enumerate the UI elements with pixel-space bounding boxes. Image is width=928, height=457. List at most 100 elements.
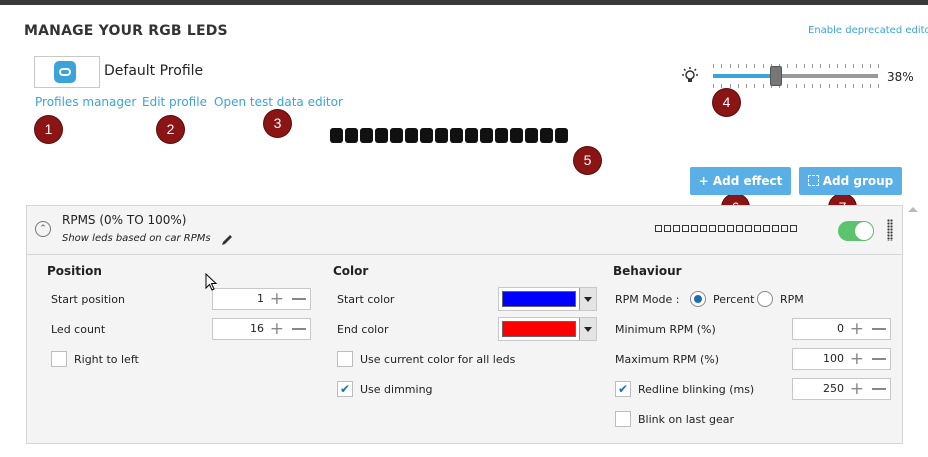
slider-tick [762, 84, 764, 88]
right-to-left-label: Right to left [74, 353, 139, 366]
edit-profile-link[interactable]: Edit profile [142, 95, 207, 109]
led-preview-15 [540, 128, 553, 143]
blink-last-gear-checkbox[interactable] [615, 411, 631, 427]
start-position-stepper[interactable]: 1 + [212, 288, 311, 310]
callout-badge-4: 4 [713, 89, 740, 116]
rpm-mode-label: RPM Mode : [615, 293, 680, 306]
led-preview-10 [465, 128, 478, 143]
slider-tick [713, 64, 714, 68]
slider-tick [762, 64, 764, 68]
led-preview-11 [480, 128, 493, 143]
slider-tick [803, 84, 805, 88]
minus-icon[interactable] [872, 388, 886, 390]
redline-blinking-checkbox[interactable]: ✔ [615, 381, 631, 397]
led-preview-4 [375, 128, 388, 143]
minus-icon[interactable] [292, 328, 306, 330]
rpm-radio[interactable] [757, 291, 773, 307]
use-current-color-checkbox[interactable] [337, 351, 353, 367]
redline-blinking-label: Redline blinking (ms) [638, 383, 755, 396]
enable-deprecated-editor-link[interactable]: Enable deprecated editor [808, 25, 928, 36]
group-led-11 [745, 225, 752, 232]
group-led-10 [736, 225, 743, 232]
minus-icon[interactable] [292, 298, 306, 300]
slider-tick [754, 84, 756, 88]
slider-tick [878, 84, 879, 88]
slider-tick [869, 64, 871, 68]
scroll-up-arrow-icon[interactable] [908, 207, 918, 212]
use-dimming-checkbox[interactable]: ✔ [337, 381, 353, 397]
group-led-12 [754, 225, 761, 232]
led-count-stepper[interactable]: 16 + [212, 318, 311, 340]
slider-tick [721, 64, 723, 68]
plus-icon[interactable]: + [270, 289, 284, 309]
start-position-label: Start position [51, 293, 125, 306]
chevron-down-icon[interactable] [579, 318, 596, 340]
start-color-label: Start color [337, 293, 395, 306]
maximum-rpm-label: Maximum RPM (%) [615, 353, 719, 366]
profiles-manager-link[interactable]: Profiles manager [35, 95, 136, 109]
start-color-picker[interactable] [498, 287, 597, 311]
slider-tick [713, 84, 714, 88]
redline-blinking-value: 250 [823, 382, 844, 395]
minimum-rpm-stepper[interactable]: 0 + [792, 318, 891, 340]
minus-icon[interactable] [872, 328, 886, 330]
end-color-label: End color [337, 323, 389, 336]
percent-radio[interactable] [690, 291, 706, 307]
group-led-13 [763, 225, 770, 232]
add-effect-button[interactable]: + Add effect [690, 167, 791, 195]
led-preview-7 [420, 128, 433, 143]
brightness-slider-fill [713, 74, 776, 78]
pencil-edit-icon[interactable] [220, 233, 234, 247]
callout-badge-2: 2 [157, 116, 184, 143]
slider-tick [746, 64, 747, 68]
use-current-color-label: Use current color for all leds [360, 353, 516, 366]
chevron-down-icon[interactable] [579, 288, 596, 310]
maximum-rpm-value: 100 [823, 352, 844, 365]
slider-tick [729, 84, 731, 88]
slider-tick [795, 84, 797, 88]
brightness-slider-thumb[interactable] [770, 66, 782, 86]
percent-radio-label: Percent [713, 293, 755, 306]
use-dimming-label: Use dimming [360, 383, 433, 396]
group-led-1 [655, 225, 662, 232]
led-preview-13 [510, 128, 523, 143]
group-subtitle: Show leds based on car RPMs [62, 233, 211, 244]
slider-tick [878, 64, 879, 68]
group-led-5 [691, 225, 698, 232]
led-preview-1 [330, 128, 343, 143]
plus-icon[interactable]: + [850, 379, 864, 399]
plus-icon[interactable]: + [270, 319, 284, 339]
minus-icon[interactable] [872, 358, 886, 360]
group-led-8 [718, 225, 725, 232]
led-count-label: Led count [51, 323, 106, 336]
group-led-16 [790, 225, 797, 232]
group-led-9 [727, 225, 734, 232]
slider-tick [787, 64, 789, 68]
led-preview-14 [525, 128, 538, 143]
maximum-rpm-stepper[interactable]: 100 + [792, 348, 891, 370]
group-led-2 [664, 225, 671, 232]
page-title: MANAGE YOUR RGB LEDS [24, 23, 228, 39]
brightness-percent: 38% [887, 70, 914, 84]
slider-tick [853, 84, 855, 88]
redline-blinking-stepper[interactable]: 250 + [792, 378, 891, 400]
end-color-picker[interactable] [498, 317, 597, 341]
mouse-cursor-icon [205, 273, 217, 291]
collapse-chevron-up-icon[interactable]: ⌃ [35, 221, 51, 237]
profile-name: Default Profile [104, 63, 204, 79]
minimum-rpm-value: 0 [837, 322, 844, 335]
drag-handle-icon[interactable] [887, 219, 893, 241]
plus-icon[interactable]: + [850, 349, 864, 369]
open-test-data-editor-link[interactable]: Open test data editor [214, 95, 343, 109]
right-to-left-checkbox[interactable] [51, 351, 67, 367]
plus-icon[interactable]: + [850, 319, 864, 339]
slider-tick [820, 84, 822, 88]
slider-tick [845, 64, 846, 68]
toggle-knob [855, 222, 873, 240]
slider-tick [828, 84, 830, 88]
callout-badge-5: 5 [574, 147, 601, 174]
position-heading: Position [47, 264, 102, 278]
slider-tick [853, 64, 855, 68]
add-group-button[interactable]: Add group [799, 167, 902, 195]
slider-tick [836, 84, 838, 88]
